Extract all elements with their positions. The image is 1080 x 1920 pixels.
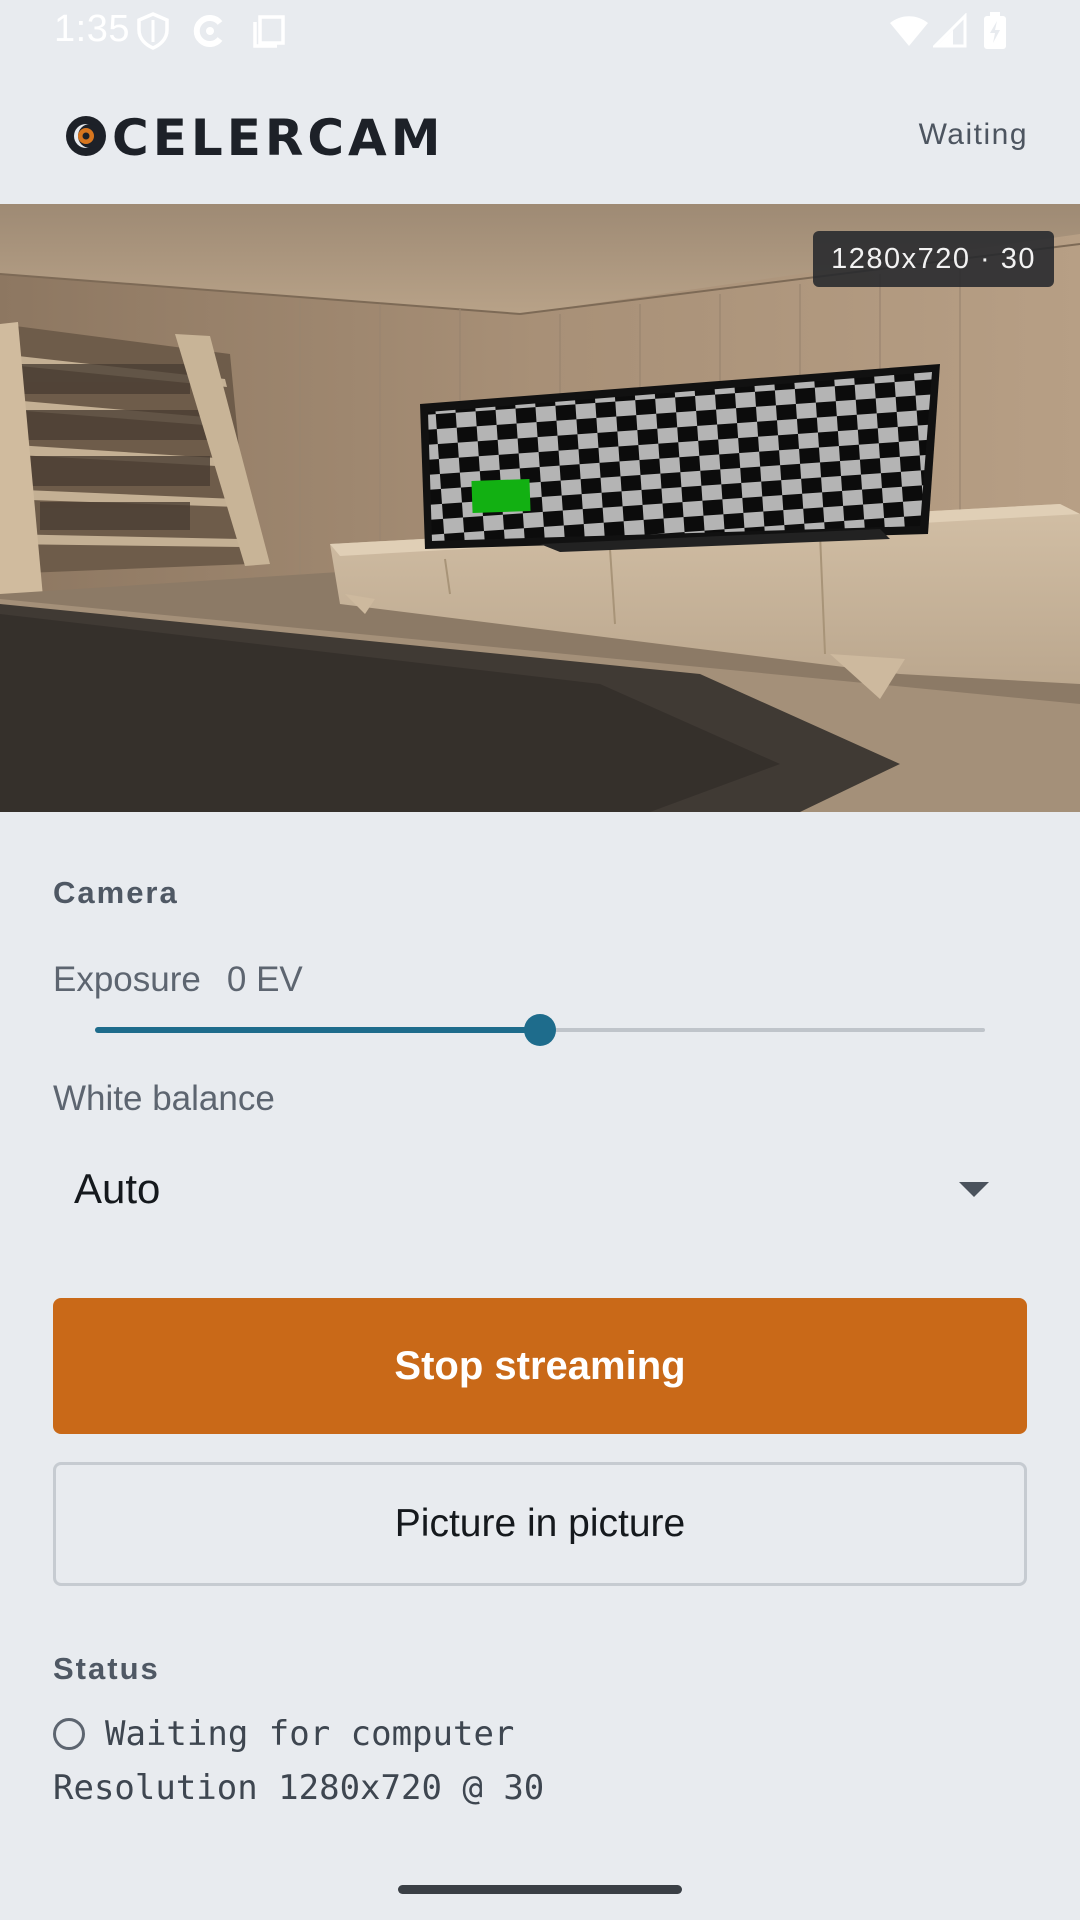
camera-preview[interactable]: 1280x720 · 30 <box>0 204 1080 812</box>
connection-status-line: Waiting for computer <box>53 1714 514 1754</box>
slider-fill <box>95 1027 540 1033</box>
copy-icon <box>246 8 292 54</box>
white-balance-dropdown[interactable]: Auto <box>53 1140 1027 1236</box>
shield-icon <box>130 8 176 54</box>
celercam-logo: CELERCAM <box>66 110 445 162</box>
dropdown-arrow-icon <box>959 1182 989 1197</box>
exposure-label-text: Exposure <box>53 960 201 999</box>
exposure-slider[interactable] <box>95 1014 985 1046</box>
system-status-bar: 1:35 <box>0 0 1080 62</box>
logo-text: CELERCAM <box>112 110 445 162</box>
white-balance-label: White balance <box>53 1079 275 1118</box>
gesture-home-bar[interactable] <box>398 1885 682 1894</box>
resolution-badge: 1280x720 · 30 <box>813 231 1054 287</box>
picture-in-picture-button[interactable]: Picture in picture <box>53 1462 1027 1586</box>
connection-status: Waiting <box>918 118 1028 151</box>
connection-status-text: Waiting for computer <box>105 1714 515 1754</box>
stop-streaming-button[interactable]: Stop streaming <box>53 1298 1027 1434</box>
cell-signal-icon <box>928 8 974 54</box>
exposure-value: 0 EV <box>226 960 303 999</box>
app-header: CELERCAM Waiting <box>0 62 1080 204</box>
status-indicator-icon <box>53 1718 85 1750</box>
clock: 1:35 <box>54 8 130 50</box>
battery-charging-icon <box>972 8 1018 54</box>
resolution-status-line: Resolution 1280x720 @ 30 <box>53 1768 544 1808</box>
celercam-notification-icon <box>186 8 232 54</box>
status-section-title: Status <box>53 1651 160 1686</box>
slider-thumb[interactable] <box>524 1014 556 1046</box>
preview-scene <box>0 204 1080 812</box>
white-balance-value: Auto <box>74 1165 161 1212</box>
resolution-status-text: Resolution 1280x720 @ 30 <box>53 1768 545 1808</box>
camera-section-title: Camera <box>53 875 179 910</box>
wifi-icon <box>886 8 932 54</box>
exposure-label: Exposure 0 EV <box>53 960 303 1000</box>
